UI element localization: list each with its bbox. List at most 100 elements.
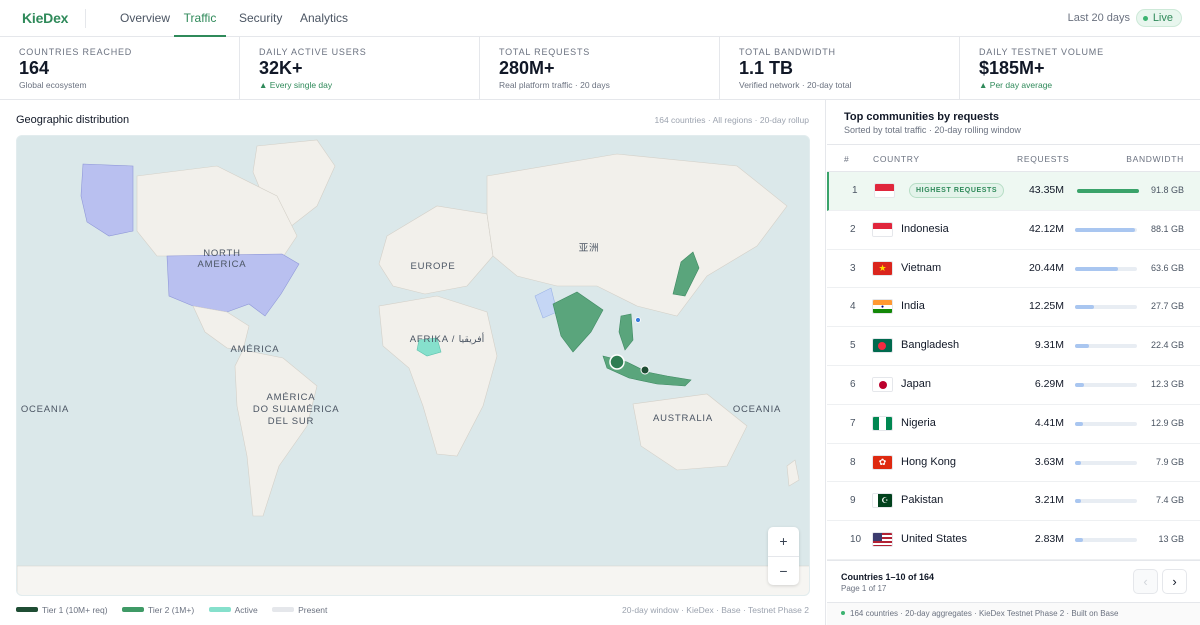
pagination: Countries 1–10 of 164 Page 1 of 17 ‹ › — [827, 560, 1200, 602]
world-map[interactable]: NORTH AMERICA EUROPE 亚洲 AFRIKA / أفريقيا… — [16, 135, 810, 596]
legend-swatch — [272, 607, 295, 613]
share-bar-fill — [1075, 421, 1083, 426]
table-row[interactable]: 10 United States 2.83M 13 GB — [827, 521, 1200, 560]
legend-item: Present — [272, 605, 327, 615]
table-row[interactable]: 8 ✿ Hong Kong 3.63M 7.9 GB — [827, 444, 1200, 483]
prev-page-button[interactable]: ‹ — [1133, 569, 1158, 594]
share-bar-fill — [1075, 344, 1089, 349]
map-label-europe: EUROPE — [411, 261, 456, 272]
rank: 7 — [850, 417, 856, 429]
legend-swatch — [121, 607, 144, 613]
live-badge: Live — [1135, 9, 1182, 27]
flag-icon: ✿ — [872, 454, 893, 470]
requests-value: 3.63M — [1034, 455, 1064, 468]
kpi-testnet-volume: DAILY TESTNET VOLUME $185M+ ▲ Per day av… — [960, 37, 1200, 100]
bandwidth-value: 63.6 GB — [1150, 262, 1184, 273]
share-bar — [1075, 382, 1137, 387]
map-label-america: AMÉRICA — [231, 344, 280, 355]
table-row[interactable]: 7 Nigeria 4.41M 12.9 GB — [827, 405, 1200, 444]
map-label-south-america: DEL SUR — [268, 416, 314, 427]
tab-security[interactable]: Security — [239, 0, 282, 37]
tab-traffic[interactable]: Traffic — [174, 0, 226, 37]
map-label-asia: 亚洲 — [579, 243, 600, 254]
kpi-total-bandwidth: TOTAL BANDWIDTH 1.1 TB Verified network … — [720, 37, 960, 100]
share-bar-fill — [1075, 305, 1094, 310]
antarctica-shape — [17, 565, 809, 595]
requests-value: 9.31M — [1034, 339, 1064, 352]
table-row[interactable]: 3 ★ Vietnam 20.44M 63.6 GB — [827, 250, 1200, 289]
share-bar — [1077, 189, 1139, 193]
flag-icon — [872, 532, 893, 548]
hong-kong-marker[interactable] — [635, 317, 641, 323]
map-label-north-america: AMERICA — [198, 259, 247, 270]
flag-icon — [872, 415, 893, 431]
map-footer: 20-day window · KieDex · Base · Testnet … — [622, 605, 809, 615]
pagination-page: Page 1 of 17 — [841, 584, 887, 593]
singapore-marker[interactable] — [609, 354, 625, 370]
map-label-south-america: AMÉRICA — [291, 404, 340, 415]
table-row[interactable]: 5 Bangladesh 9.31M 22.4 GB — [827, 327, 1200, 366]
live-dot-icon — [1142, 16, 1148, 21]
country-name: Nigeria — [901, 416, 936, 429]
flag-icon: ● — [872, 299, 893, 315]
col-rank[interactable]: # — [844, 154, 849, 164]
date-range[interactable]: Last 20 days — [1068, 12, 1130, 24]
table-row[interactable]: 2 Indonesia 42.12M 88.1 GB — [827, 211, 1200, 250]
table-subtitle: Sorted by total traffic · 20-day rolling… — [844, 125, 1021, 135]
share-bar-fill — [1075, 227, 1135, 232]
table-row[interactable]: 9 ☪ Pakistan 3.21M 7.4 GB — [827, 482, 1200, 522]
map-label-oceania: OCEANIA — [21, 404, 69, 415]
rank: 9 — [850, 495, 856, 507]
col-requests[interactable]: REQUESTS — [1017, 154, 1069, 164]
tab-overview[interactable]: Overview — [120, 0, 170, 37]
jakarta-marker[interactable] — [640, 365, 650, 375]
rank: 2 — [850, 223, 856, 235]
kpi-value: 280M+ — [499, 58, 555, 78]
share-bar-fill — [1075, 460, 1081, 465]
country-name: Bangladesh — [901, 339, 960, 352]
map-label-africa: AFRIKA / أفريقيا — [410, 332, 485, 345]
divider — [85, 9, 86, 28]
next-page-button[interactable]: › — [1162, 569, 1187, 594]
flag-icon — [874, 183, 895, 198]
flag-icon — [872, 221, 893, 237]
map-legend: Tier 1 (10M+ req) Tier 2 (1M+) Active Pr… — [16, 605, 339, 615]
share-bar — [1075, 499, 1137, 504]
country-name: Indonesia — [901, 222, 949, 235]
share-bar-fill — [1075, 499, 1081, 504]
kpi-sub: ▲ Per day average — [979, 80, 1053, 90]
tab-analytics[interactable]: Analytics — [300, 0, 348, 37]
map-label-south-america: AMÉRICA — [267, 392, 316, 403]
highest-requests-badge: HIGHEST REQUESTS — [909, 183, 1005, 198]
zoom-in-button[interactable]: + — [768, 527, 799, 556]
map-label-oceania: OCEANIA — [733, 404, 781, 415]
share-bar — [1075, 421, 1137, 426]
world-map-canvas[interactable]: NORTH AMERICA EUROPE 亚洲 AFRIKA / أفريقيا… — [17, 136, 810, 596]
requests-value: 12.25M — [1028, 300, 1064, 313]
table-row[interactable]: 4 ● India 12.25M 27.7 GB — [827, 288, 1200, 328]
map-meta: 164 countries · All regions · 20-day rol… — [654, 115, 810, 125]
zoom-out-button[interactable]: − — [768, 556, 799, 585]
kpi-label: COUNTRIES REACHED — [19, 47, 133, 57]
country-name: Pakistan — [901, 494, 944, 507]
kpi-value: 164 — [19, 58, 50, 78]
kpi-value: $185M+ — [979, 58, 1045, 78]
top-communities-panel: Top communities by requests Sorted by to… — [827, 100, 1200, 625]
requests-value: 43.35M — [1028, 184, 1064, 196]
col-country[interactable]: COUNTRY — [873, 154, 920, 164]
table-body: 1 HIGHEST REQUESTS 43.35M 91.8 GB 2 Indonesia… — [827, 172, 1200, 560]
col-bandwidth[interactable]: BANDWIDTH — [1126, 154, 1184, 164]
app-logo[interactable]: KieDex — [22, 10, 68, 26]
share-bar — [1075, 460, 1137, 465]
flag-icon: ☪ — [872, 493, 893, 509]
kpi-label: DAILY ACTIVE USERS — [259, 47, 367, 57]
top-navigation: KieDex Overview Traffic Security Analyti… — [0, 0, 1200, 37]
flag-icon — [872, 376, 893, 392]
kpi-value: 1.1 TB — [739, 58, 794, 78]
bandwidth-value: 12.3 GB — [1150, 378, 1184, 389]
table-row[interactable]: 6 Japan 6.29M 12.3 GB — [827, 366, 1200, 405]
kpi-label: TOTAL BANDWIDTH — [739, 47, 836, 57]
bandwidth-value: 12.9 GB — [1150, 417, 1184, 428]
kpi-sub: Real platform traffic · 20 days — [499, 80, 610, 90]
table-row[interactable]: 1 HIGHEST REQUESTS 43.35M 91.8 GB — [827, 172, 1200, 211]
